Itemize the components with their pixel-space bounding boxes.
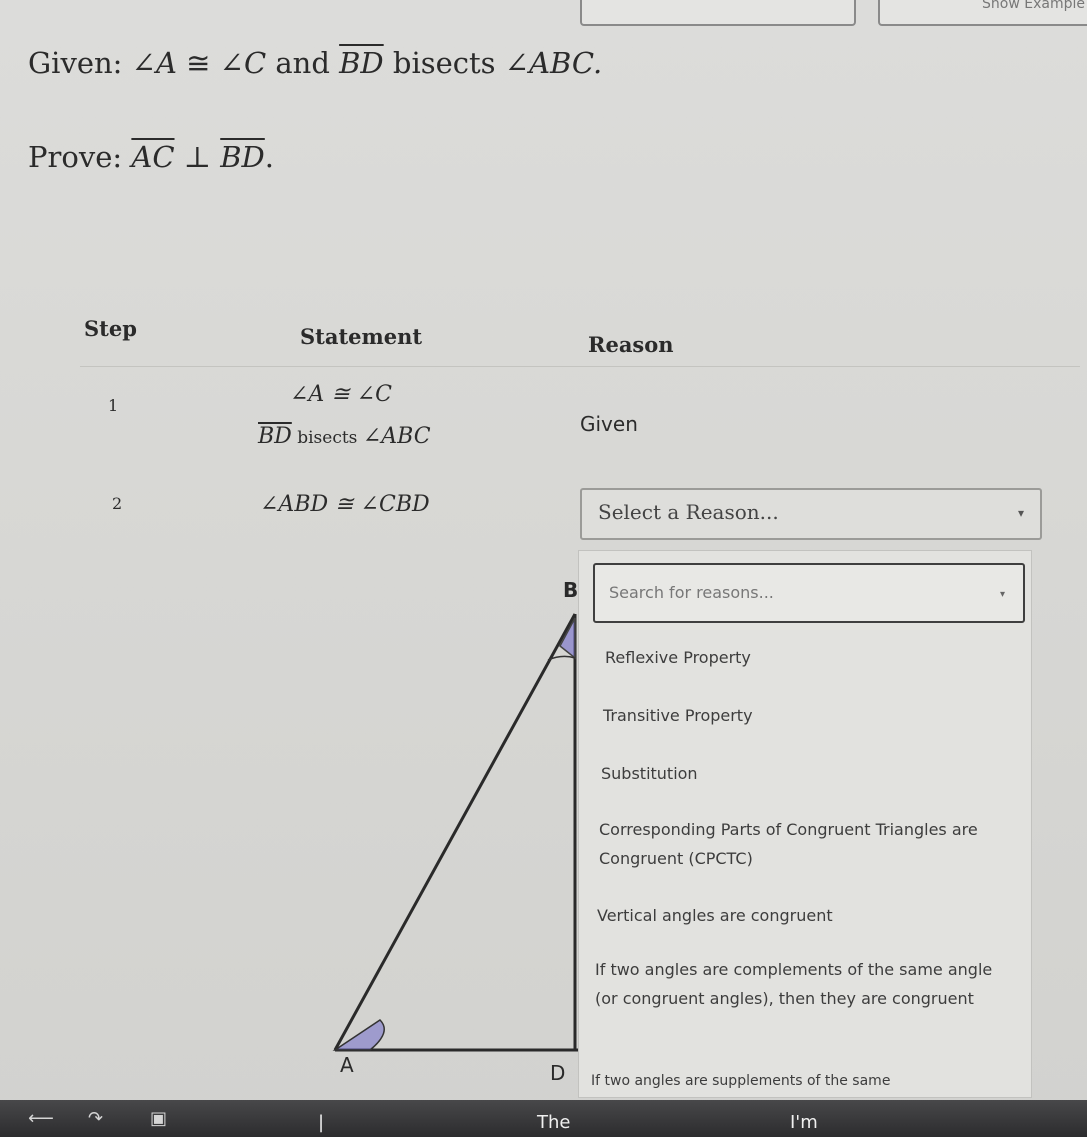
vertex-label-b: B	[563, 578, 578, 602]
reason-dropdown-list[interactable]: Search for reasons... ▾ Reflexive Proper…	[578, 550, 1032, 1098]
taskbar: ⟵ ↷ ▣ | The I'm	[0, 1100, 1087, 1137]
search-placeholder: Search for reasons...	[609, 583, 774, 602]
option-transitive-property[interactable]: Transitive Property	[603, 701, 1023, 730]
option-reflexive-property[interactable]: Reflexive Property	[605, 643, 1025, 672]
keyboard-suggestion-2[interactable]: I'm	[790, 1112, 818, 1133]
option-complements[interactable]: If two angles are complements of the sam…	[595, 955, 1015, 1013]
option-vertical-angles[interactable]: Vertical angles are congruent	[597, 901, 1017, 930]
chevron-down-icon: ▾	[999, 589, 1005, 600]
back-arrow-icon[interactable]: ⟵	[28, 1108, 54, 1129]
segment-ab-line	[333, 613, 577, 1051]
taskbar-separator: |	[318, 1112, 325, 1133]
search-reasons-input[interactable]: Search for reasons... ▾	[593, 563, 1025, 623]
clipboard-icon[interactable]: ▣	[150, 1108, 167, 1129]
redo-arrow-icon[interactable]: ↷	[88, 1108, 103, 1129]
keyboard-suggestion-1[interactable]: The	[537, 1112, 570, 1133]
vertex-label-a: A	[340, 1053, 354, 1077]
vertex-label-d: D	[550, 1061, 565, 1085]
option-supplements[interactable]: If two angles are supplements of the sam…	[591, 1071, 1011, 1091]
option-substitution[interactable]: Substitution	[601, 759, 1021, 788]
option-cpctc[interactable]: Corresponding Parts of Congruent Triangl…	[599, 815, 1019, 873]
